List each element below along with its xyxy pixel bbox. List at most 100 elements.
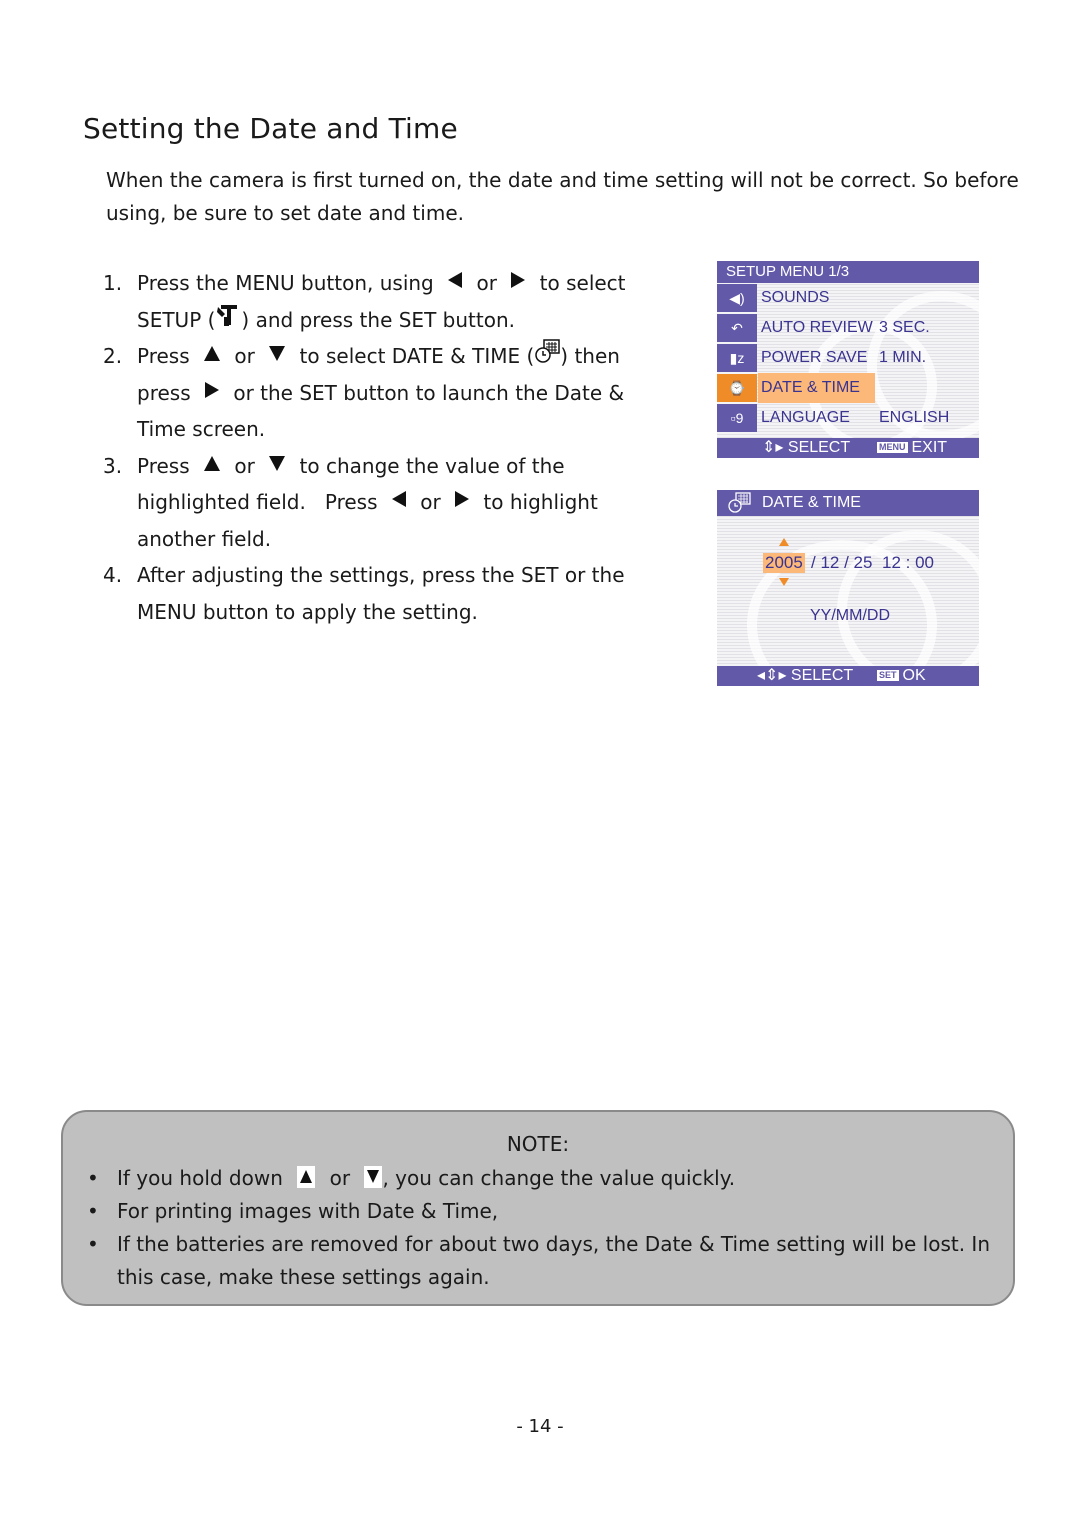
step-number: 4.	[103, 563, 123, 587]
date-format: YY/MM/DD	[810, 607, 890, 624]
step-text: Press the	[137, 271, 236, 295]
menu-item-label: POWER SAVE	[761, 349, 868, 366]
step-text: SETUP (	[137, 307, 216, 332]
updown-select-icon: ⇕▸	[762, 439, 788, 456]
footer-ok-label: OK	[902, 667, 926, 684]
footer-select: ◂⇕▸ SELECT	[757, 666, 853, 686]
footer-select-label: SELECT	[787, 439, 851, 456]
menu-item-label: SOUNDS	[761, 289, 830, 306]
left-arrow-icon	[448, 272, 463, 288]
auto-review-icon: ↶	[717, 314, 757, 342]
step-number: 3.	[103, 453, 123, 478]
page-title: Setting the Date and Time	[83, 112, 458, 145]
footer-select: ⇕▸ SELECT	[762, 438, 850, 458]
set-button-ref: SET	[398, 307, 437, 332]
menu-item-language: ▫9 LANGUAGE ENGLISH	[717, 403, 979, 433]
setup-menu-footer: ⇕▸ SELECT MENU EXIT	[717, 438, 979, 458]
menu-item-auto-review: ↶ AUTO REVIEW 3 SEC.	[717, 313, 979, 343]
calendar-clock-icon	[728, 492, 751, 513]
step-3: 3. Press or to change the value of the hi…	[103, 448, 663, 558]
step-text: or	[228, 344, 262, 368]
increase-arrow-icon	[779, 538, 789, 546]
date-time-ref: DATE & TIME	[391, 344, 521, 368]
calendar-clock-icon	[535, 339, 561, 363]
down-arrow-icon	[269, 346, 286, 361]
time-field: 12 : 00	[882, 553, 934, 572]
note-text: or	[323, 1166, 357, 1190]
note-text: , you can change the value quickly.	[382, 1166, 736, 1190]
set-chip-icon: SET	[877, 670, 899, 681]
step-text: Press	[137, 453, 196, 478]
date-time-icon: ⌚	[717, 374, 757, 402]
footer-select-label: SELECT	[790, 667, 854, 684]
right-arrow-icon	[511, 272, 526, 288]
step-text: or	[413, 490, 448, 514]
step-text: or	[470, 271, 504, 295]
step-text: (	[520, 344, 535, 368]
step-number: 2.	[103, 344, 123, 368]
menu-item-value: 1 MIN.	[879, 349, 927, 366]
wrench-hammer-icon	[217, 304, 238, 326]
set-button-ref: SET	[299, 380, 337, 405]
right-arrow-icon	[204, 381, 219, 398]
decrease-arrow-icon	[779, 578, 789, 586]
date-time-header: DATE & TIME	[717, 490, 979, 516]
left-arrow-icon	[391, 491, 406, 507]
step-text: to select	[293, 344, 392, 368]
down-arrow-icon	[269, 455, 286, 471]
step-text: to select	[533, 271, 626, 295]
menu-item-label: AUTO REVIEW	[761, 319, 873, 336]
step-1: 1. Press the MENU button, using or to sel…	[103, 265, 663, 338]
footer-ok: SET OK	[877, 666, 926, 686]
four-way-select-icon: ◂⇕▸	[757, 667, 791, 684]
date-time-screenshot: DATE & TIME 2005 / 12 / 25 12 : 00 YY/MM…	[717, 490, 979, 686]
note-item: If the batteries are removed for about t…	[87, 1228, 993, 1294]
up-arrow-icon	[204, 455, 220, 471]
step-text: or	[228, 453, 262, 478]
menu-item-value: ENGLISH	[879, 409, 950, 426]
step-text: button to apply the setting.	[196, 599, 478, 624]
menu-chip-icon: MENU	[877, 442, 908, 453]
power-save-icon: ▮z	[717, 344, 757, 372]
language-icon: ▫9	[717, 404, 757, 432]
page-number: - 14 -	[516, 1416, 564, 1437]
setup-menu-header: SETUP MENU 1/3	[717, 261, 979, 283]
up-arrow-icon	[297, 1166, 316, 1188]
menu-item-label: LANGUAGE	[761, 409, 850, 426]
footer-exit-label: EXIT	[911, 439, 948, 456]
step-text: Press	[137, 344, 196, 368]
note-list: If you hold down or , you can change the…	[87, 1162, 993, 1294]
date-time-title: DATE & TIME	[762, 494, 861, 511]
note-item: If you hold down or , you can change the…	[87, 1162, 993, 1195]
step-text: or the	[226, 380, 300, 405]
menu-item-power-save: ▮z POWER SAVE 1 MIN.	[717, 343, 979, 373]
setup-menu-screenshot: SETUP MENU 1/3 ◀) SOUNDS ↶ AUTO REVIEW 3…	[717, 261, 979, 458]
step-text: ) and press the	[241, 307, 399, 332]
date-time-footer: ◂⇕▸ SELECT SET OK	[717, 666, 979, 686]
footer-exit: MENU EXIT	[877, 438, 947, 458]
up-arrow-icon	[204, 346, 220, 361]
month-day-field: / 12 / 25	[811, 553, 873, 572]
speaker-icon: ◀)	[717, 284, 757, 312]
menu-item-value: 3 SEC.	[879, 319, 930, 336]
menu-button-ref: MENU	[235, 271, 295, 295]
set-button-ref: SET	[520, 563, 559, 587]
step-text: button, using	[294, 271, 441, 295]
note-item: For printing images with Date & Time,	[87, 1195, 993, 1228]
note-title: NOTE:	[506, 1132, 570, 1156]
intro-paragraph: When the camera is first turned on, the …	[106, 168, 1019, 225]
step-4: 4. After adjusting the settings, press th…	[103, 557, 663, 630]
step-text: After adjusting the settings, press the	[137, 563, 521, 587]
menu-button-ref: MENU	[137, 599, 197, 624]
step-number: 1.	[103, 271, 123, 295]
note-box: NOTE: If you hold down or , you can chan…	[61, 1110, 1015, 1306]
menu-item-date-time: ⌚ DATE & TIME	[717, 373, 979, 403]
menu-item-label: DATE & TIME	[758, 373, 875, 403]
step-text: button.	[436, 307, 515, 332]
menu-item-sounds: ◀) SOUNDS	[717, 283, 979, 313]
note-text: If you hold down	[117, 1166, 290, 1190]
step-2: 2. Press or to select DATE & TIME () then…	[103, 338, 663, 448]
year-field: 2005	[763, 553, 805, 573]
steps-list: 1. Press the MENU button, using or to sel…	[103, 265, 663, 630]
down-arrow-icon	[364, 1166, 383, 1188]
